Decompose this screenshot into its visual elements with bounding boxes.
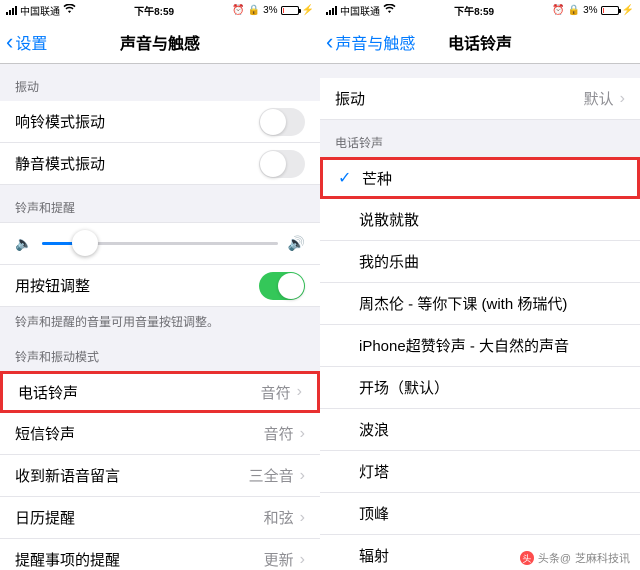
vibrate-label: 振动	[335, 88, 584, 109]
volume-slider[interactable]	[42, 242, 277, 245]
use-buttons-switch[interactable]	[259, 272, 305, 300]
section-ringer-header: 铃声和提醒	[0, 185, 320, 222]
battery-icon	[281, 6, 299, 15]
status-bar: 中国联通 下午8:59 ⏰ 🔒 3% ⚡	[0, 0, 320, 20]
nav-bar: ‹ 声音与触感 电话铃声	[320, 20, 640, 64]
status-time: 下午8:59	[454, 3, 494, 18]
watermark: 头 头条@芝麻科技讯	[520, 550, 630, 566]
calendar-row[interactable]: 日历提醒 和弦 ›	[0, 497, 320, 539]
section-patterns-header: 铃声和振动模式	[0, 334, 320, 371]
battery-percent: 3%	[583, 5, 597, 16]
use-buttons-row[interactable]: 用按钮调整	[0, 265, 320, 307]
ringtone-label: 开场（默认）	[335, 377, 625, 398]
chevron-right-icon: ›	[297, 383, 302, 401]
chevron-right-icon: ›	[300, 467, 305, 485]
phone-ringtone-value: 音符	[261, 382, 291, 403]
ringtone-label: 说散就散	[335, 209, 625, 230]
sms-ringtone-value: 音符	[264, 423, 294, 444]
reminders-value: 更新	[264, 549, 294, 570]
ringtone-row[interactable]: iPhone超赞铃声 - 大自然的声音	[320, 325, 640, 367]
ringtone-label: 我的乐曲	[335, 251, 625, 272]
ring-vibrate-label: 响铃模式振动	[15, 111, 259, 132]
chevron-right-icon: ›	[300, 425, 305, 443]
sms-ringtone-label: 短信铃声	[15, 423, 264, 444]
page-title: 声音与触感	[120, 30, 200, 54]
phone-ringtone-row[interactable]: 电话铃声 音符 ›	[0, 371, 320, 413]
ringtone-row[interactable]: 顶峰	[320, 493, 640, 535]
nav-bar: ‹ 设置 声音与触感	[0, 20, 320, 64]
charging-icon: ⚡	[622, 5, 634, 16]
back-button[interactable]: ‹ 声音与触感	[320, 29, 415, 55]
rotation-lock-icon: 🔒	[568, 5, 580, 16]
speaker-high-icon: 🔊	[288, 235, 305, 252]
chevron-right-icon: ›	[620, 90, 625, 108]
alarm-icon: ⏰	[232, 5, 244, 16]
ringtone-row[interactable]: 周杰伦 - 等你下课 (with 杨瑞代)	[320, 283, 640, 325]
signal-icon	[326, 6, 337, 15]
vibrate-value: 默认	[584, 88, 614, 109]
chevron-right-icon: ›	[300, 551, 305, 569]
check-icon: ✓	[338, 168, 362, 188]
reminders-label: 提醒事项的提醒	[15, 549, 264, 570]
volume-footer: 铃声和提醒的音量可用音量按钮调整。	[0, 307, 320, 334]
voicemail-label: 收到新语音留言	[15, 465, 249, 486]
chevron-left-icon: ‹	[6, 29, 13, 55]
section-vibrate-header: 振动	[0, 64, 320, 101]
ringtone-label: 灯塔	[335, 461, 625, 482]
chevron-right-icon: ›	[300, 509, 305, 527]
reminders-row[interactable]: 提醒事项的提醒 更新 ›	[0, 539, 320, 570]
voicemail-value: 三全音	[249, 465, 294, 486]
battery-percent: 3%	[263, 5, 277, 16]
screen-ringtone: 中国联通 下午8:59 ⏰ 🔒 3% ⚡ ‹ 声音与触感 电话铃声 振动 默认 …	[320, 0, 640, 570]
watermark-name: 芝麻科技讯	[575, 550, 630, 566]
screen-sounds: 中国联通 下午8:59 ⏰ 🔒 3% ⚡ ‹ 设置 声音与触感 振动 响铃模式振…	[0, 0, 320, 570]
calendar-label: 日历提醒	[15, 507, 264, 528]
ringtone-row[interactable]: 波浪	[320, 409, 640, 451]
signal-icon	[6, 6, 17, 15]
ringtone-row[interactable]: 开场（默认）	[320, 367, 640, 409]
section-ringtones-header: 电话铃声	[320, 120, 640, 157]
phone-ringtone-label: 电话铃声	[18, 382, 261, 403]
ringtone-label: 波浪	[335, 419, 625, 440]
ring-vibrate-switch[interactable]	[259, 108, 305, 136]
speaker-low-icon: 🔈	[15, 235, 32, 252]
ringtone-label: iPhone超赞铃声 - 大自然的声音	[335, 335, 625, 356]
silent-vibrate-switch[interactable]	[259, 150, 305, 178]
rotation-lock-icon: 🔒	[248, 5, 260, 16]
charging-icon: ⚡	[302, 5, 314, 16]
ringtone-row[interactable]: 说散就散	[320, 199, 640, 241]
ringtone-row[interactable]: 我的乐曲	[320, 241, 640, 283]
ringtone-label: 芒种	[362, 168, 622, 189]
ringtone-selected-row[interactable]: ✓ 芒种	[320, 157, 640, 199]
silent-vibrate-row[interactable]: 静音模式振动	[0, 143, 320, 185]
carrier-label: 中国联通	[340, 3, 380, 18]
alarm-icon: ⏰	[552, 5, 564, 16]
page-title: 电话铃声	[448, 30, 512, 54]
calendar-value: 和弦	[264, 507, 294, 528]
back-button[interactable]: ‹ 设置	[0, 29, 47, 55]
silent-vibrate-label: 静音模式振动	[15, 153, 259, 174]
ringtone-label: 顶峰	[335, 503, 625, 524]
ring-vibrate-row[interactable]: 响铃模式振动	[0, 101, 320, 143]
use-buttons-label: 用按钮调整	[15, 275, 259, 296]
back-label: 设置	[15, 30, 47, 54]
watermark-logo-icon: 头	[520, 551, 534, 565]
wifi-icon	[63, 4, 76, 17]
volume-slider-row: 🔈 🔊	[0, 222, 320, 265]
vibrate-row[interactable]: 振动 默认 ›	[320, 78, 640, 120]
back-label: 声音与触感	[335, 30, 415, 54]
ringtone-label: 周杰伦 - 等你下课 (with 杨瑞代)	[335, 293, 625, 314]
watermark-prefix: 头条@	[538, 550, 571, 566]
carrier-label: 中国联通	[20, 3, 60, 18]
voicemail-row[interactable]: 收到新语音留言 三全音 ›	[0, 455, 320, 497]
ringtone-row[interactable]: 灯塔	[320, 451, 640, 493]
battery-icon	[601, 6, 619, 15]
wifi-icon	[383, 4, 396, 17]
status-time: 下午8:59	[134, 3, 174, 18]
chevron-left-icon: ‹	[326, 29, 333, 55]
status-bar: 中国联通 下午8:59 ⏰ 🔒 3% ⚡	[320, 0, 640, 20]
sms-ringtone-row[interactable]: 短信铃声 音符 ›	[0, 413, 320, 455]
